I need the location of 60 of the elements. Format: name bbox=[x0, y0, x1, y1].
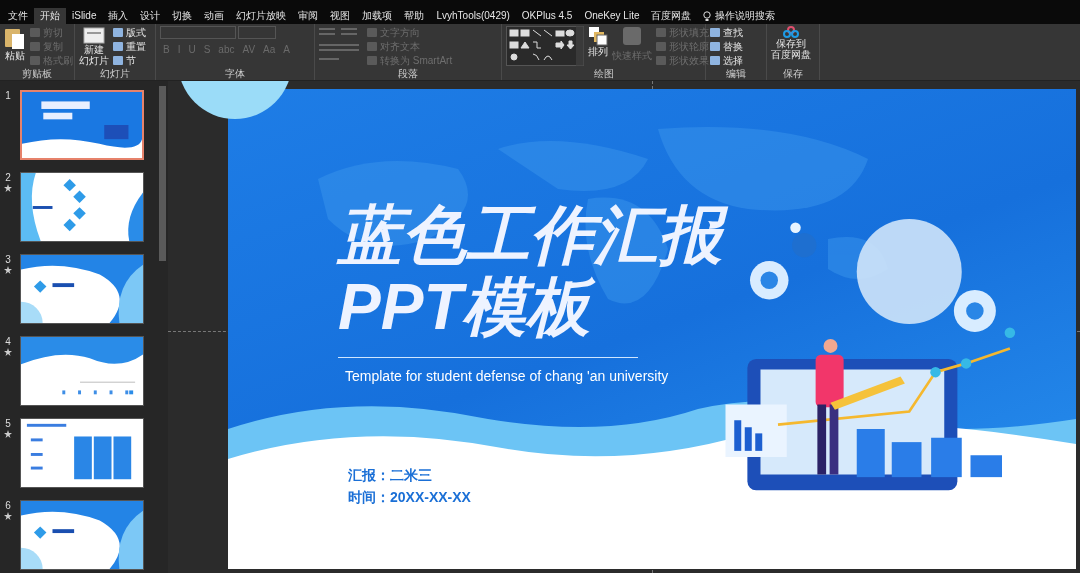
ribbon-tab[interactable]: 文件 bbox=[2, 8, 34, 24]
slide-number: 3 bbox=[5, 254, 11, 266]
ribbon-command[interactable]: 重置 bbox=[113, 40, 146, 53]
ribbon-tab[interactable]: 开始 bbox=[34, 8, 66, 24]
slide-thumbnail[interactable] bbox=[20, 500, 144, 570]
slide-thumbnail[interactable] bbox=[20, 90, 144, 160]
slide-thumbnail[interactable] bbox=[20, 418, 144, 488]
ribbon-tab[interactable]: 审阅 bbox=[292, 8, 325, 24]
ribbon-tab[interactable]: OneKey Lite bbox=[578, 8, 646, 24]
ribbon-tab[interactable]: 帮助 bbox=[398, 8, 431, 24]
save-to-cloud-button[interactable]: 保存到 百度网盘 bbox=[771, 26, 811, 60]
clipboard-icon bbox=[4, 26, 26, 50]
lightbulb-icon bbox=[703, 10, 712, 22]
ribbon-tab[interactable]: 加载项 bbox=[356, 8, 399, 24]
slide-title: PPT模板 bbox=[338, 271, 1076, 343]
arrange-button[interactable]: 排列 bbox=[588, 26, 608, 57]
group-label: 绘图 bbox=[592, 68, 615, 80]
ribbon-command[interactable]: 节 bbox=[113, 54, 146, 67]
group-label: 编辑 bbox=[725, 68, 747, 80]
ribbon-tab[interactable]: iSlide bbox=[66, 8, 103, 24]
ribbon-tab[interactable]: LvyhTools(0429) bbox=[430, 8, 516, 24]
group-label: 保存 bbox=[782, 68, 804, 80]
date-text: 时间：20XX-XX-XX bbox=[348, 488, 472, 507]
slide-thumbnail[interactable] bbox=[20, 172, 144, 242]
cloud-logo-icon bbox=[783, 26, 799, 38]
group-label: 段落 bbox=[397, 68, 419, 80]
slide-icon bbox=[83, 26, 105, 44]
ribbon-tab[interactable]: 设计 bbox=[134, 8, 167, 24]
font-size-field[interactable] bbox=[238, 26, 276, 39]
style-swatch-icon bbox=[622, 26, 642, 46]
group-label: 幻灯片 bbox=[99, 68, 131, 80]
slide-number: 6 bbox=[5, 500, 11, 512]
tell-me-search[interactable]: 操作说明搜索 bbox=[715, 9, 776, 23]
ribbon-tab[interactable]: 切换 bbox=[166, 8, 199, 24]
slide-number: 1 bbox=[5, 90, 11, 102]
scrollbar-thumb[interactable] bbox=[159, 86, 166, 261]
slide-thumbnail[interactable] bbox=[20, 336, 144, 406]
ribbon-tab[interactable]: 插入 bbox=[102, 8, 135, 24]
group-label: 字体 bbox=[224, 68, 246, 80]
slide-number: 2 bbox=[5, 172, 11, 184]
ribbon-command[interactable]: 版式 bbox=[113, 26, 146, 39]
slide-subtitle: Template for student defense of chang 'an university bbox=[345, 368, 670, 384]
presenter-text: 汇报：二米三 bbox=[348, 466, 433, 485]
ribbon-command[interactable]: 替换 bbox=[710, 40, 743, 53]
group-label: 剪贴板 bbox=[21, 68, 53, 80]
slide-number: 4 bbox=[5, 336, 11, 348]
ribbon-tab[interactable]: 视图 bbox=[324, 8, 357, 24]
ribbon-tab[interactable]: OKPlus 4.5 bbox=[515, 8, 579, 24]
ribbon-command[interactable]: 查找 bbox=[710, 26, 743, 39]
arrange-icon bbox=[588, 26, 608, 46]
slide-number: 5 bbox=[5, 418, 11, 430]
slide-title: 蓝色工作汇报 bbox=[338, 199, 1076, 271]
ribbon-command[interactable]: 选择 bbox=[710, 54, 743, 67]
slide-thumbnail[interactable] bbox=[20, 254, 144, 324]
ribbon-tab[interactable]: 百度网盘 bbox=[645, 8, 698, 24]
ribbon-tab[interactable]: 幻灯片放映 bbox=[230, 8, 293, 24]
new-slide-button[interactable]: 新建 幻灯片 bbox=[79, 26, 109, 66]
font-name-field[interactable] bbox=[160, 26, 236, 39]
ribbon-tab[interactable]: 动画 bbox=[198, 8, 231, 24]
paste-button[interactable]: 粘贴 bbox=[4, 26, 26, 61]
